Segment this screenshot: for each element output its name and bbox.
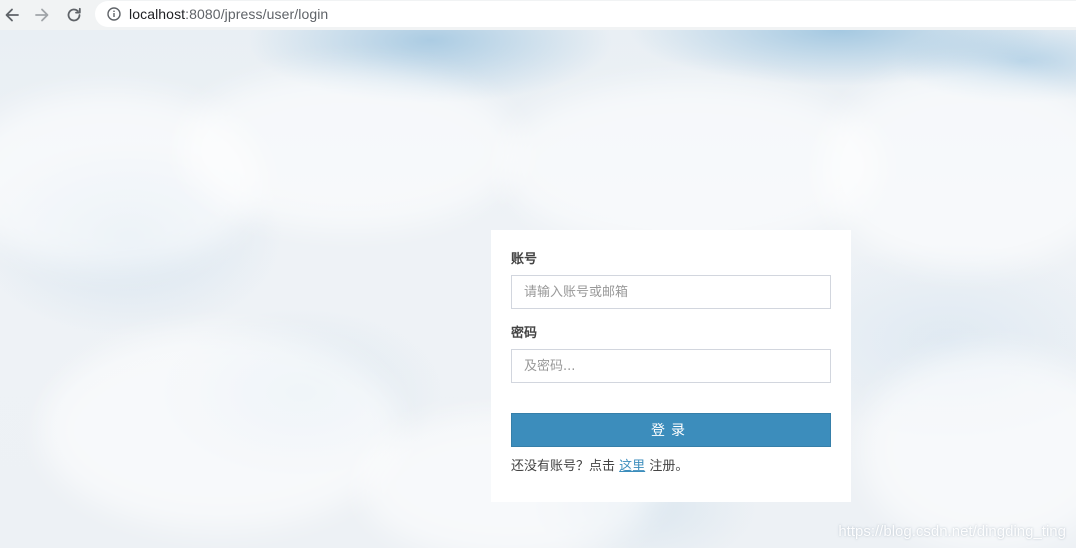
register-suffix: 注册。: [649, 459, 689, 474]
watermark: https://blog.csdn.net/dingding_ting: [838, 523, 1066, 540]
page-background: 账号 密码 登录 还没有账号？点击 这里 注册。 https://blog.cs…: [0, 30, 1076, 548]
password-label: 密码: [511, 326, 538, 341]
url-host: localhost: [129, 6, 186, 22]
password-input[interactable]: [511, 349, 831, 383]
register-link[interactable]: 这里: [619, 459, 645, 474]
arrow-left-icon: [5, 8, 19, 22]
account-input[interactable]: [511, 275, 831, 309]
reload-icon: [67, 7, 81, 22]
url-text[interactable]: localhost:8080/jpress/user/login: [129, 6, 328, 22]
arrow-right-icon: [35, 8, 49, 22]
reload-button[interactable]: [62, 3, 86, 27]
info-icon[interactable]: [107, 7, 121, 21]
register-hint: 还没有账号？点击 这里 注册。: [511, 455, 831, 474]
address-bar[interactable]: localhost:8080/jpress/user/login: [95, 1, 1076, 27]
account-label: 账号: [511, 252, 538, 267]
login-card: 账号 密码 登录 还没有账号？点击 这里 注册。: [491, 230, 851, 502]
register-prefix: 还没有账号？点击: [511, 459, 616, 474]
url-path: :8080/jpress/user/login: [185, 6, 329, 22]
back-button[interactable]: [0, 3, 24, 27]
browser-toolbar: localhost:8080/jpress/user/login: [0, 0, 1076, 30]
login-button[interactable]: 登录: [511, 413, 831, 447]
forward-button[interactable]: [30, 3, 54, 27]
